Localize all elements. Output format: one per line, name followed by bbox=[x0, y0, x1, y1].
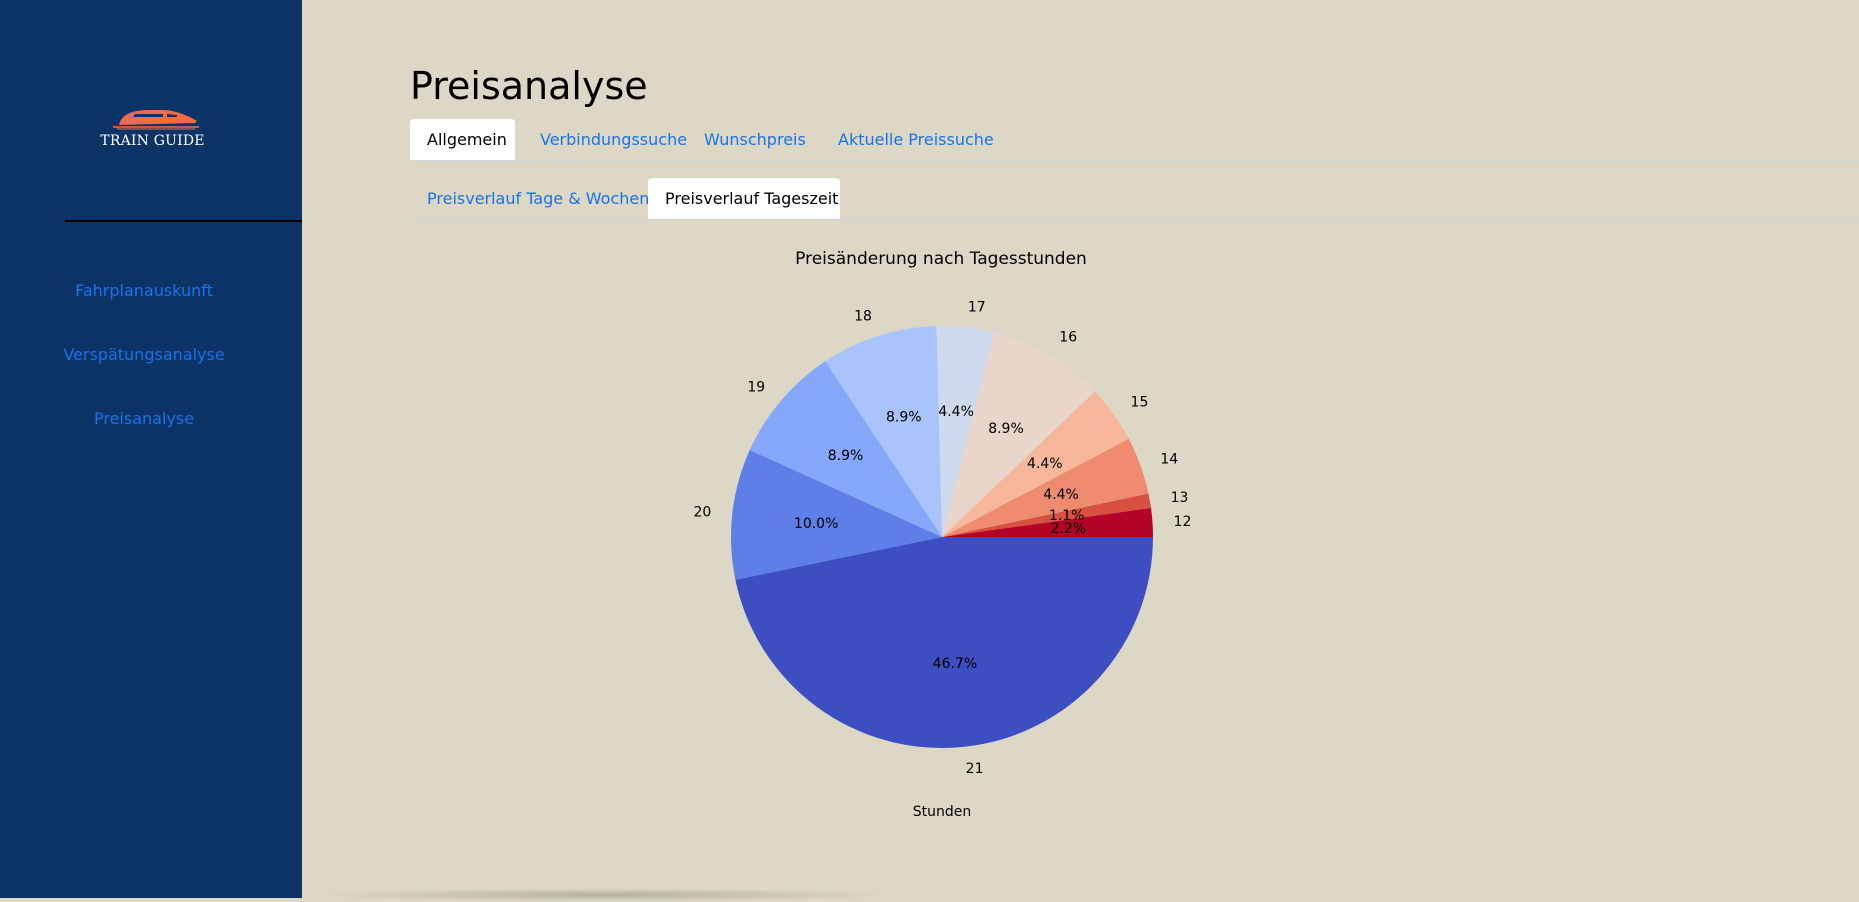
train-guide-logo[interactable]: TRAIN GUIDE bbox=[100, 105, 205, 163]
subtab-preisverlauf-tageszeit[interactable]: Preisverlauf Tageszeit bbox=[648, 178, 840, 219]
panel-shadow bbox=[310, 888, 900, 902]
tab-allgemein[interactable]: Allgemein bbox=[410, 119, 515, 160]
tab-wunschpreis[interactable]: Wunschpreis bbox=[687, 119, 823, 160]
tab-aktuelle-preissuche[interactable]: Aktuelle Preissuche bbox=[821, 119, 1011, 160]
sidebar-divider bbox=[65, 220, 302, 222]
tab-verbindungssuche[interactable]: Verbindungssuche bbox=[523, 119, 704, 160]
logo-text: TRAIN GUIDE bbox=[100, 133, 205, 149]
nav-fahrplanauskunft[interactable]: Fahrplanauskunft bbox=[0, 281, 288, 300]
secondary-tabs: Preisverlauf Tage & Wochen Preisverlauf … bbox=[410, 178, 1859, 220]
main-content: Preisanalyse Allgemein Verbindungssuche … bbox=[302, 0, 1859, 898]
nav-verspaetungsanalyse[interactable]: Verspätungsanalyse bbox=[0, 345, 288, 364]
page-title: Preisanalyse bbox=[410, 64, 648, 108]
sidebar: TRAIN GUIDE Fahrplanauskunft Verspätungs… bbox=[0, 0, 302, 898]
primary-tabs: Allgemein Verbindungssuche Wunschpreis A… bbox=[410, 119, 1859, 161]
train-icon bbox=[112, 110, 199, 130]
nav-preisanalyse[interactable]: Preisanalyse bbox=[0, 409, 288, 428]
subtab-preisverlauf-tage-wochen[interactable]: Preisverlauf Tage & Wochen bbox=[410, 178, 666, 219]
